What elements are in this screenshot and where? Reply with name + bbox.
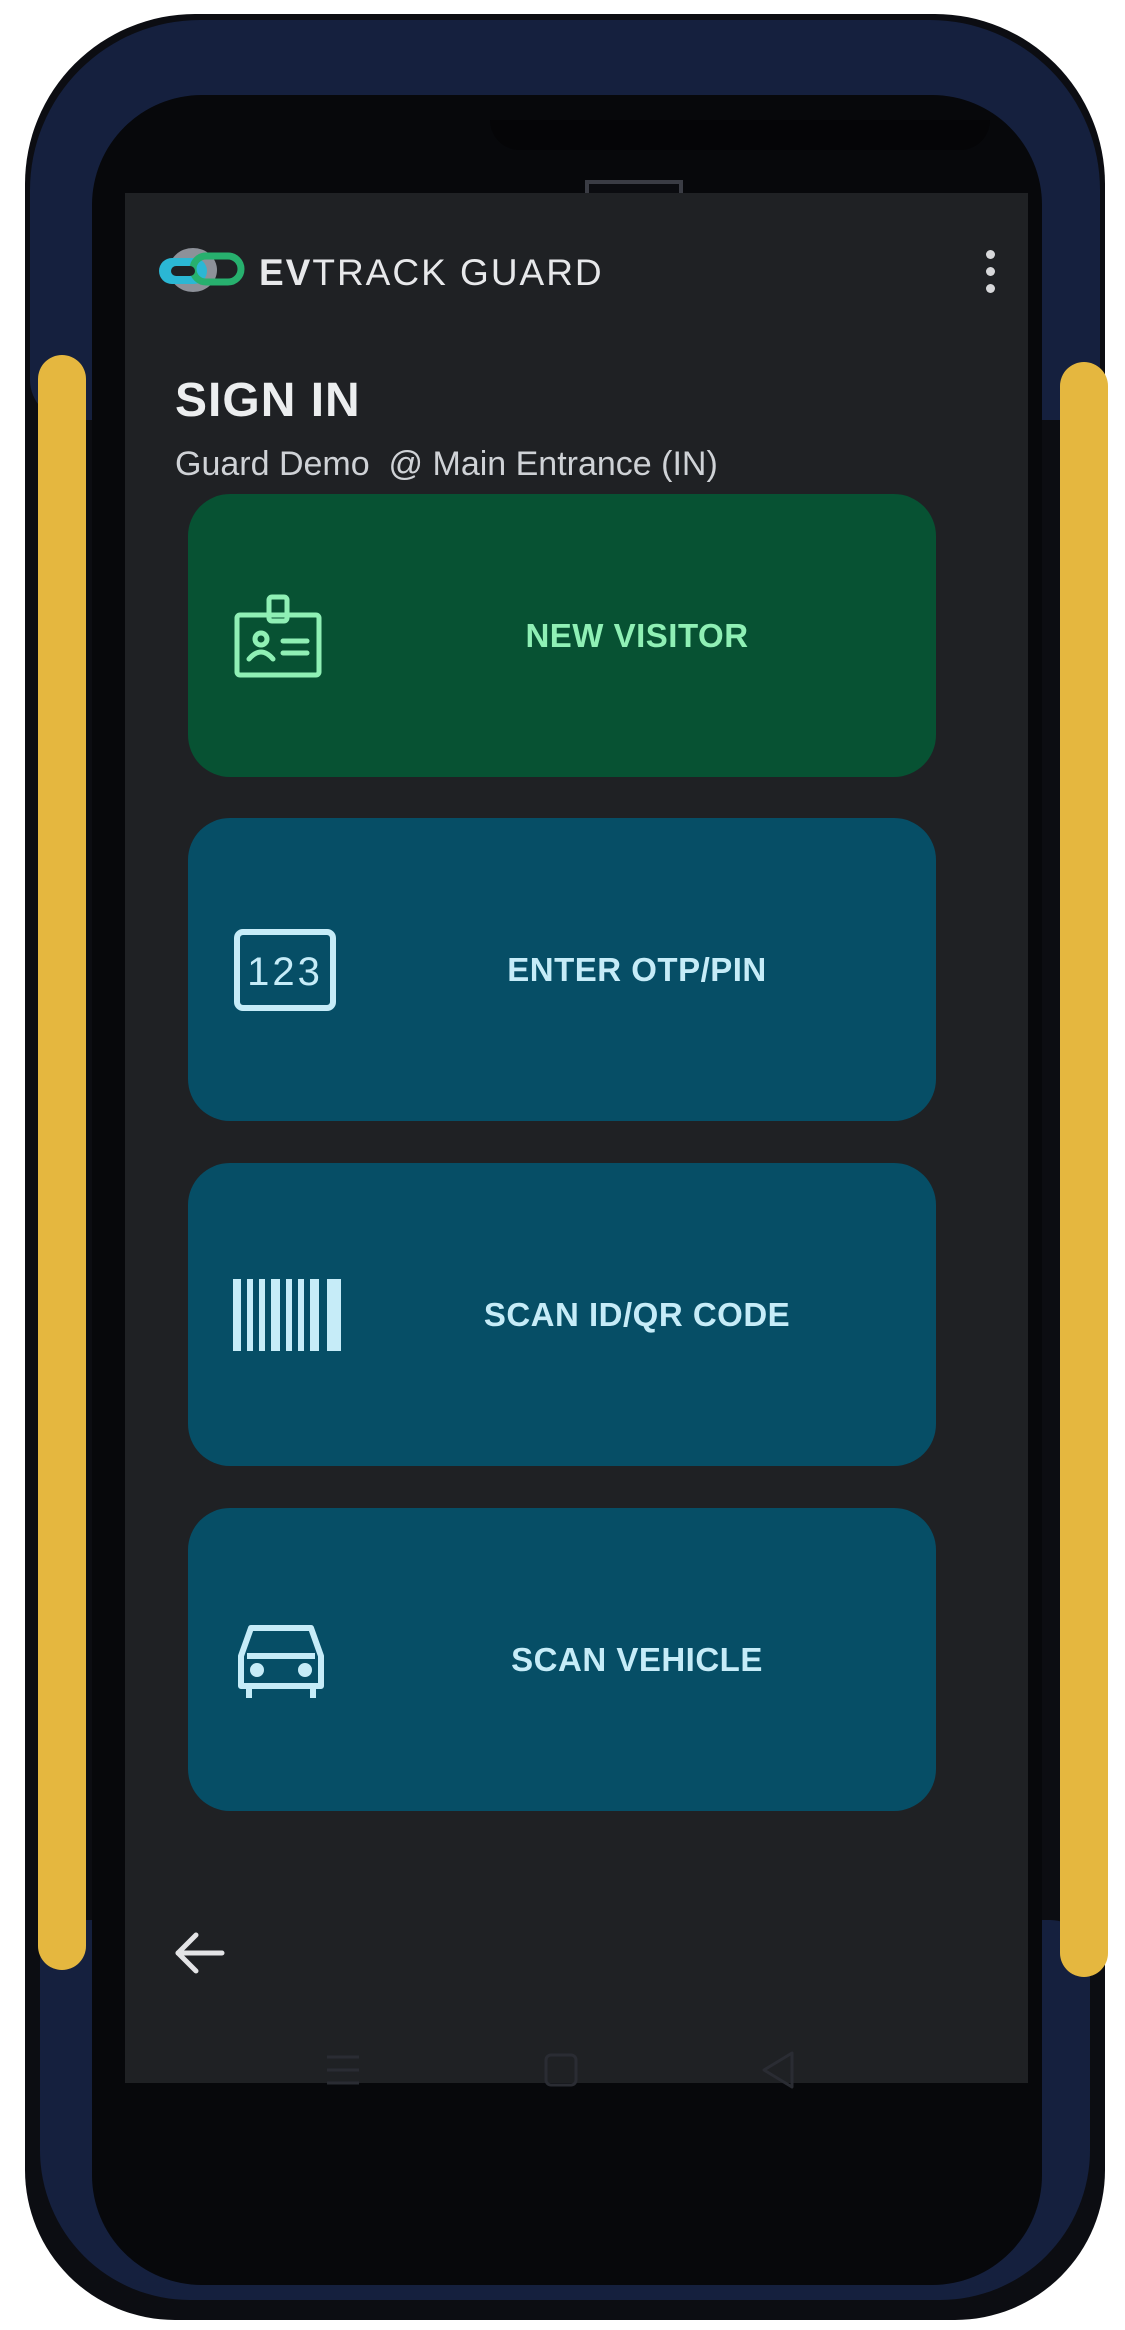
square-icon[interactable] xyxy=(543,2045,579,2095)
id-badge-icon xyxy=(234,594,322,677)
page-subtitle: Guard Demo @ Main Entrance (IN) xyxy=(175,445,718,483)
arrow-back-icon[interactable] xyxy=(170,1923,230,1983)
scan-vehicle-button[interactable]: SCAN VEHICLE xyxy=(188,1508,936,1811)
more-vert-icon xyxy=(985,249,995,293)
device-rail-left xyxy=(38,355,86,1970)
svg-text:123: 123 xyxy=(247,950,323,994)
app-screen: EVTRACK GUARD SIGN IN Guard Demo @ Main … xyxy=(125,193,1028,2083)
hamburger-icon[interactable] xyxy=(325,2045,361,2095)
triangle-back-icon[interactable] xyxy=(760,2045,796,2095)
device-notch xyxy=(490,120,990,150)
scan-vehicle-label: SCAN VEHICLE xyxy=(511,1640,763,1678)
device-rail-right xyxy=(1060,362,1108,1977)
overflow-menu-button[interactable] xyxy=(970,241,1010,301)
new-visitor-label: NEW VISITOR xyxy=(525,616,749,654)
brand-bold: EV xyxy=(259,252,313,293)
evtrack-logo-icon xyxy=(159,248,245,292)
barcode-icon xyxy=(233,1278,341,1351)
numeric-123-icon: 123 xyxy=(234,928,336,1011)
new-visitor-button[interactable]: NEW VISITOR xyxy=(188,494,936,777)
app-bar: EVTRACK GUARD xyxy=(125,193,1028,343)
brand-light: TRACK GUARD xyxy=(312,252,604,293)
app-brand: EVTRACK GUARD xyxy=(259,249,604,297)
car-icon xyxy=(238,1624,324,1698)
scan-id-qr-label: SCAN ID/QR CODE xyxy=(483,1295,791,1333)
enter-otp-pin-button[interactable]: 123 ENTER OTP/PIN xyxy=(188,818,936,1121)
scan-id-qr-button[interactable]: SCAN ID/QR CODE xyxy=(188,1163,936,1466)
enter-otp-pin-label: ENTER OTP/PIN xyxy=(507,950,767,988)
page-title: SIGN IN xyxy=(175,374,361,427)
